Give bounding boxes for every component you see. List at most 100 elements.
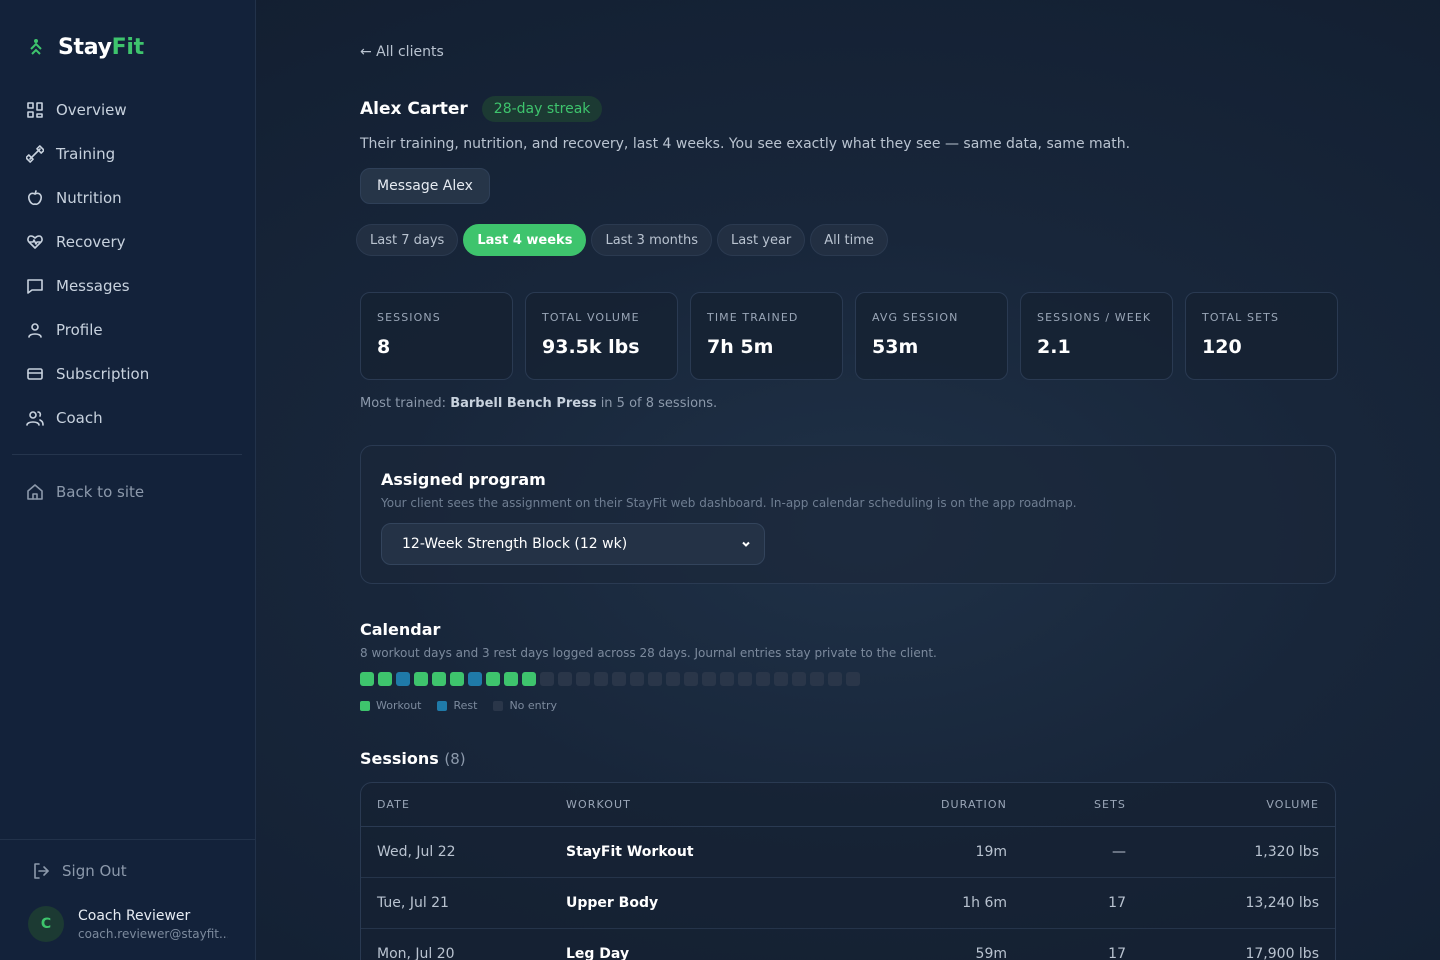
message-client-button[interactable]: Message Alex xyxy=(360,168,490,204)
cell-volume: 1,320 lbs xyxy=(1254,844,1319,860)
legend-label: No entry xyxy=(509,699,557,712)
stat-label: SESSIONS / WEEK xyxy=(1037,311,1152,324)
stat-value: 2.1 xyxy=(1037,336,1071,358)
most-trained-suffix: in 5 of 8 sessions. xyxy=(596,396,718,411)
calendar-grid xyxy=(360,672,860,686)
column-header-duration[interactable]: DURATION xyxy=(896,798,1007,811)
back-to-site-link[interactable]: Back to site xyxy=(12,470,242,514)
sidebar-item-label: Messages xyxy=(56,277,130,295)
client-name: Alex Carter xyxy=(360,99,468,119)
sidebar-item-label: Coach xyxy=(56,409,103,427)
sessions-title-text: Sessions xyxy=(360,749,439,768)
brand-logo[interactable]: StayFit xyxy=(26,34,144,60)
calendar-title: Calendar xyxy=(360,620,441,639)
sign-out-button[interactable]: Sign Out xyxy=(32,862,127,880)
most-trained-note: Most trained: Barbell Bench Press in 5 o… xyxy=(360,396,717,411)
column-header-date[interactable]: DATE xyxy=(361,798,566,811)
legend-rest: Rest xyxy=(437,699,477,712)
back-to-clients-link[interactable]: ← All clients xyxy=(360,44,444,60)
range-last-3-months[interactable]: Last 3 months xyxy=(591,224,713,256)
stat-card-sessions-per-week: SESSIONS / WEEK 2.1 xyxy=(1020,292,1173,380)
sessions-table: DATE WORKOUT DURATION SETS VOLUME Wed, J… xyxy=(360,782,1336,960)
legend-workout: Workout xyxy=(360,699,421,712)
sidebar-item-label: Profile xyxy=(56,321,103,339)
stat-card-sessions: SESSIONS 8 xyxy=(360,292,513,380)
range-last-7-days[interactable]: Last 7 days xyxy=(356,224,459,256)
calendar-day-workout xyxy=(414,672,428,686)
stat-card-total-sets: TOTAL SETS 120 xyxy=(1185,292,1338,380)
calendar-day-workout xyxy=(504,672,518,686)
dumbbell-icon xyxy=(26,145,44,163)
cell-duration: 59m xyxy=(975,946,1007,960)
chevron-down-icon xyxy=(742,541,750,547)
sidebar-item-training[interactable]: Training xyxy=(12,132,242,176)
home-icon xyxy=(27,484,43,500)
calendar-day-none xyxy=(648,672,662,686)
sidebar-item-label: Overview xyxy=(56,101,127,119)
sidebar: StayFit Overview Training Nutrition Reco… xyxy=(0,0,256,960)
calendar-day-none xyxy=(684,672,698,686)
program-subtitle: Your client sees the assignment on their… xyxy=(381,496,1077,510)
stat-label: TOTAL SETS xyxy=(1202,311,1280,324)
calendar-day-none xyxy=(630,672,644,686)
back-to-site-label: Back to site xyxy=(56,483,145,501)
calendar-day-workout xyxy=(432,672,446,686)
sidebar-item-messages[interactable]: Messages xyxy=(12,264,242,308)
stat-label: TIME TRAINED xyxy=(707,311,799,324)
calendar-day-rest xyxy=(468,672,482,686)
program-select[interactable]: 12-Week Strength Block (12 wk) xyxy=(381,523,765,565)
cell-date: Wed, Jul 22 xyxy=(377,844,456,860)
cell-sets: 17 xyxy=(1108,946,1126,960)
table-row[interactable]: Mon, Jul 20 Leg Day 59m 17 17,900 lbs xyxy=(361,929,1335,960)
stat-label: SESSIONS xyxy=(377,311,441,324)
legend-swatch-rest xyxy=(437,700,448,711)
sidebar-nav: Overview Training Nutrition Recovery Mes… xyxy=(12,88,242,440)
logout-icon xyxy=(34,863,49,879)
calendar-day-none xyxy=(738,672,752,686)
sidebar-item-coach[interactable]: Coach xyxy=(12,396,242,440)
table-row[interactable]: Tue, Jul 21 Upper Body 1h 6m 17 13,240 l… xyxy=(361,878,1335,929)
sessions-title: Sessions (8) xyxy=(360,749,466,768)
sidebar-footer-divider xyxy=(0,839,256,840)
message-icon xyxy=(27,279,43,294)
table-row[interactable]: Wed, Jul 22 StayFit Workout 19m — 1,320 … xyxy=(361,827,1335,878)
user-profile[interactable]: C Coach Reviewer coach.reviewer@stayfit.… xyxy=(28,906,228,942)
calendar-day-none xyxy=(540,672,554,686)
column-header-volume[interactable]: VOLUME xyxy=(1126,798,1319,811)
legend-swatch-none xyxy=(493,700,504,711)
calendar-day-workout xyxy=(450,672,464,686)
cell-workout: Upper Body xyxy=(566,895,659,911)
program-title: Assigned program xyxy=(381,470,546,489)
stat-label: TOTAL VOLUME xyxy=(542,311,640,324)
sidebar-item-profile[interactable]: Profile xyxy=(12,308,242,352)
sidebar-item-label: Subscription xyxy=(56,365,150,383)
calendar-day-workout xyxy=(522,672,536,686)
sidebar-item-overview[interactable]: Overview xyxy=(12,88,242,132)
range-last-year[interactable]: Last year xyxy=(717,224,806,256)
assigned-program-card: Assigned program Your client sees the as… xyxy=(360,445,1336,584)
sidebar-item-label: Training xyxy=(56,145,116,163)
calendar-legend: Workout Rest No entry xyxy=(360,699,557,712)
sidebar-item-nutrition[interactable]: Nutrition xyxy=(12,176,242,220)
column-header-sets[interactable]: SETS xyxy=(1007,798,1126,811)
range-all-time[interactable]: All time xyxy=(810,224,888,256)
calendar-day-none xyxy=(594,672,608,686)
calendar-day-none xyxy=(792,672,806,686)
calendar-day-none xyxy=(666,672,680,686)
sidebar-item-label: Nutrition xyxy=(56,189,122,207)
calendar-day-none xyxy=(720,672,734,686)
client-header: Alex Carter 28-day streak xyxy=(360,96,603,122)
sign-out-label: Sign Out xyxy=(62,862,127,880)
streak-badge: 28-day streak xyxy=(481,96,603,122)
calendar-day-none xyxy=(612,672,626,686)
stat-value: 53m xyxy=(872,336,919,358)
column-header-workout[interactable]: WORKOUT xyxy=(566,798,896,811)
calendar-day-rest xyxy=(396,672,410,686)
range-last-4-weeks[interactable]: Last 4 weeks xyxy=(463,224,587,256)
cell-workout: StayFit Workout xyxy=(566,844,694,860)
cell-sets: — xyxy=(1112,844,1126,860)
client-description: Their training, nutrition, and recovery,… xyxy=(360,136,1131,152)
sidebar-item-subscription[interactable]: Subscription xyxy=(12,352,242,396)
stat-card-time-trained: TIME TRAINED 7h 5m xyxy=(690,292,843,380)
sidebar-item-recovery[interactable]: Recovery xyxy=(12,220,242,264)
